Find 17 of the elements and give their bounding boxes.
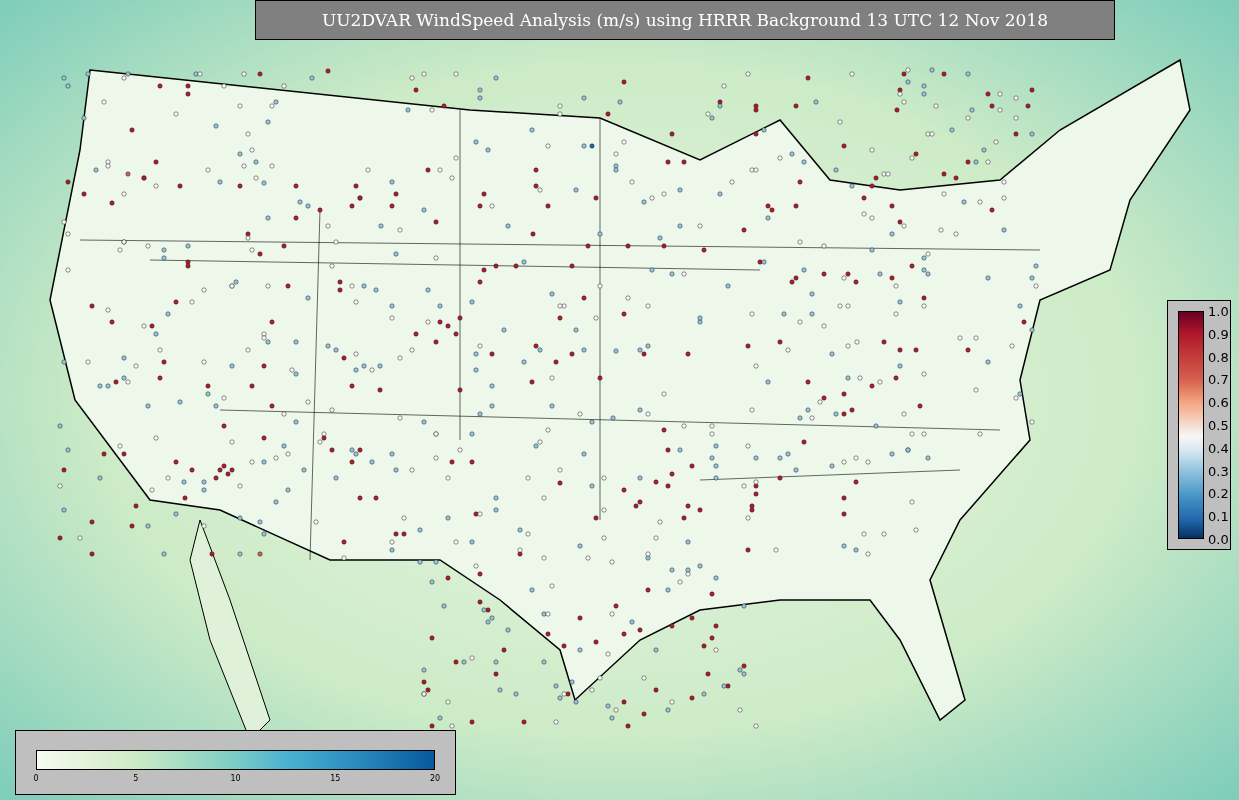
tick-label: 0.7 — [1208, 372, 1229, 386]
tick-label: 0.4 — [1208, 441, 1229, 455]
tick-label: 0.3 — [1208, 464, 1229, 478]
tick-label: 0.2 — [1208, 486, 1229, 500]
tick-label: 0.1 — [1208, 509, 1229, 523]
tick-label: 0.9 — [1208, 327, 1229, 341]
tick-label: 5 — [133, 774, 139, 783]
tick-label: 0.5 — [1208, 418, 1229, 432]
tick-label: 0.8 — [1208, 350, 1229, 364]
tick-label: 0.6 — [1208, 395, 1229, 409]
tick-label: 0.0 — [1208, 532, 1229, 546]
tick-label: 10 — [230, 774, 241, 783]
tick-label: 15 — [330, 774, 341, 783]
tick-label: 0 — [33, 774, 39, 783]
tick-label: 1.0 — [1208, 304, 1229, 318]
map-title: UU2DVAR WindSpeed Analysis (m/s) using HRRR Background 13 UTC 12 Nov 2018 — [255, 0, 1115, 40]
tick-label: 20 — [429, 774, 441, 783]
